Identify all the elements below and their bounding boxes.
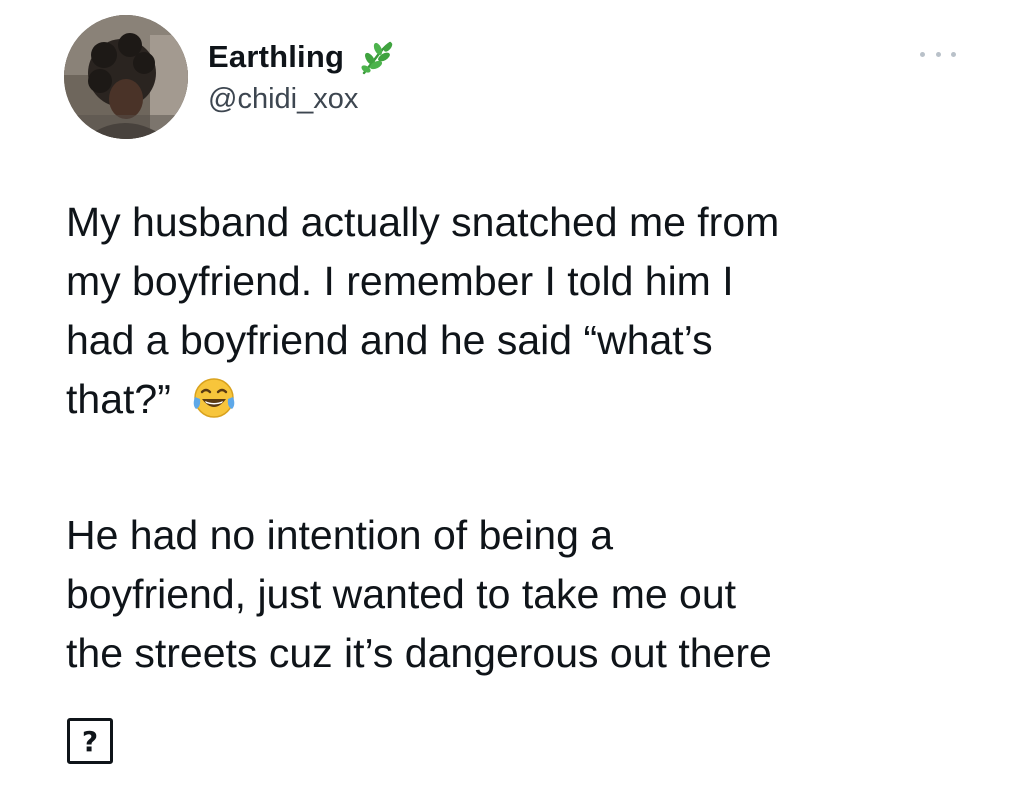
herb-leaf-icon bbox=[356, 37, 396, 77]
tears-of-joy-emoji-icon bbox=[191, 375, 237, 421]
tweet-line: He had no intention of being a bbox=[66, 512, 614, 558]
avatar[interactable] bbox=[64, 15, 188, 139]
tweet-line: had a boyfriend and he said “what’s bbox=[66, 317, 713, 363]
tweet-line-last: that?” bbox=[66, 370, 779, 429]
unknown-emoji-glyph: ? bbox=[67, 718, 113, 764]
tweet-paragraph-2: He had no intention of being a boyfriend… bbox=[66, 506, 772, 683]
display-name[interactable]: Earthling bbox=[208, 39, 344, 75]
more-options-icon[interactable] bbox=[920, 44, 956, 64]
more-dot bbox=[951, 51, 956, 57]
tweet-line: My husband actually snatched me from bbox=[66, 199, 780, 245]
tweet-line: my boyfriend. I remember I told him I bbox=[66, 258, 734, 304]
tweet-line: that?” bbox=[66, 376, 171, 422]
tweet-line: boyfriend, just wanted to take me out bbox=[66, 571, 737, 617]
tweet-paragraph-1: My husband actually snatched me from my … bbox=[66, 193, 779, 429]
user-handle[interactable]: @chidi_xox bbox=[208, 83, 358, 116]
tweet-line: the streets cuz it’s dangerous out there bbox=[66, 630, 772, 676]
more-dot bbox=[920, 51, 925, 57]
tweet-card: Earthling @chidi_xox My husband actually… bbox=[0, 0, 1024, 795]
author-name-row: Earthling bbox=[208, 36, 396, 78]
more-dot bbox=[935, 51, 941, 57]
avatar-photo bbox=[64, 15, 188, 139]
